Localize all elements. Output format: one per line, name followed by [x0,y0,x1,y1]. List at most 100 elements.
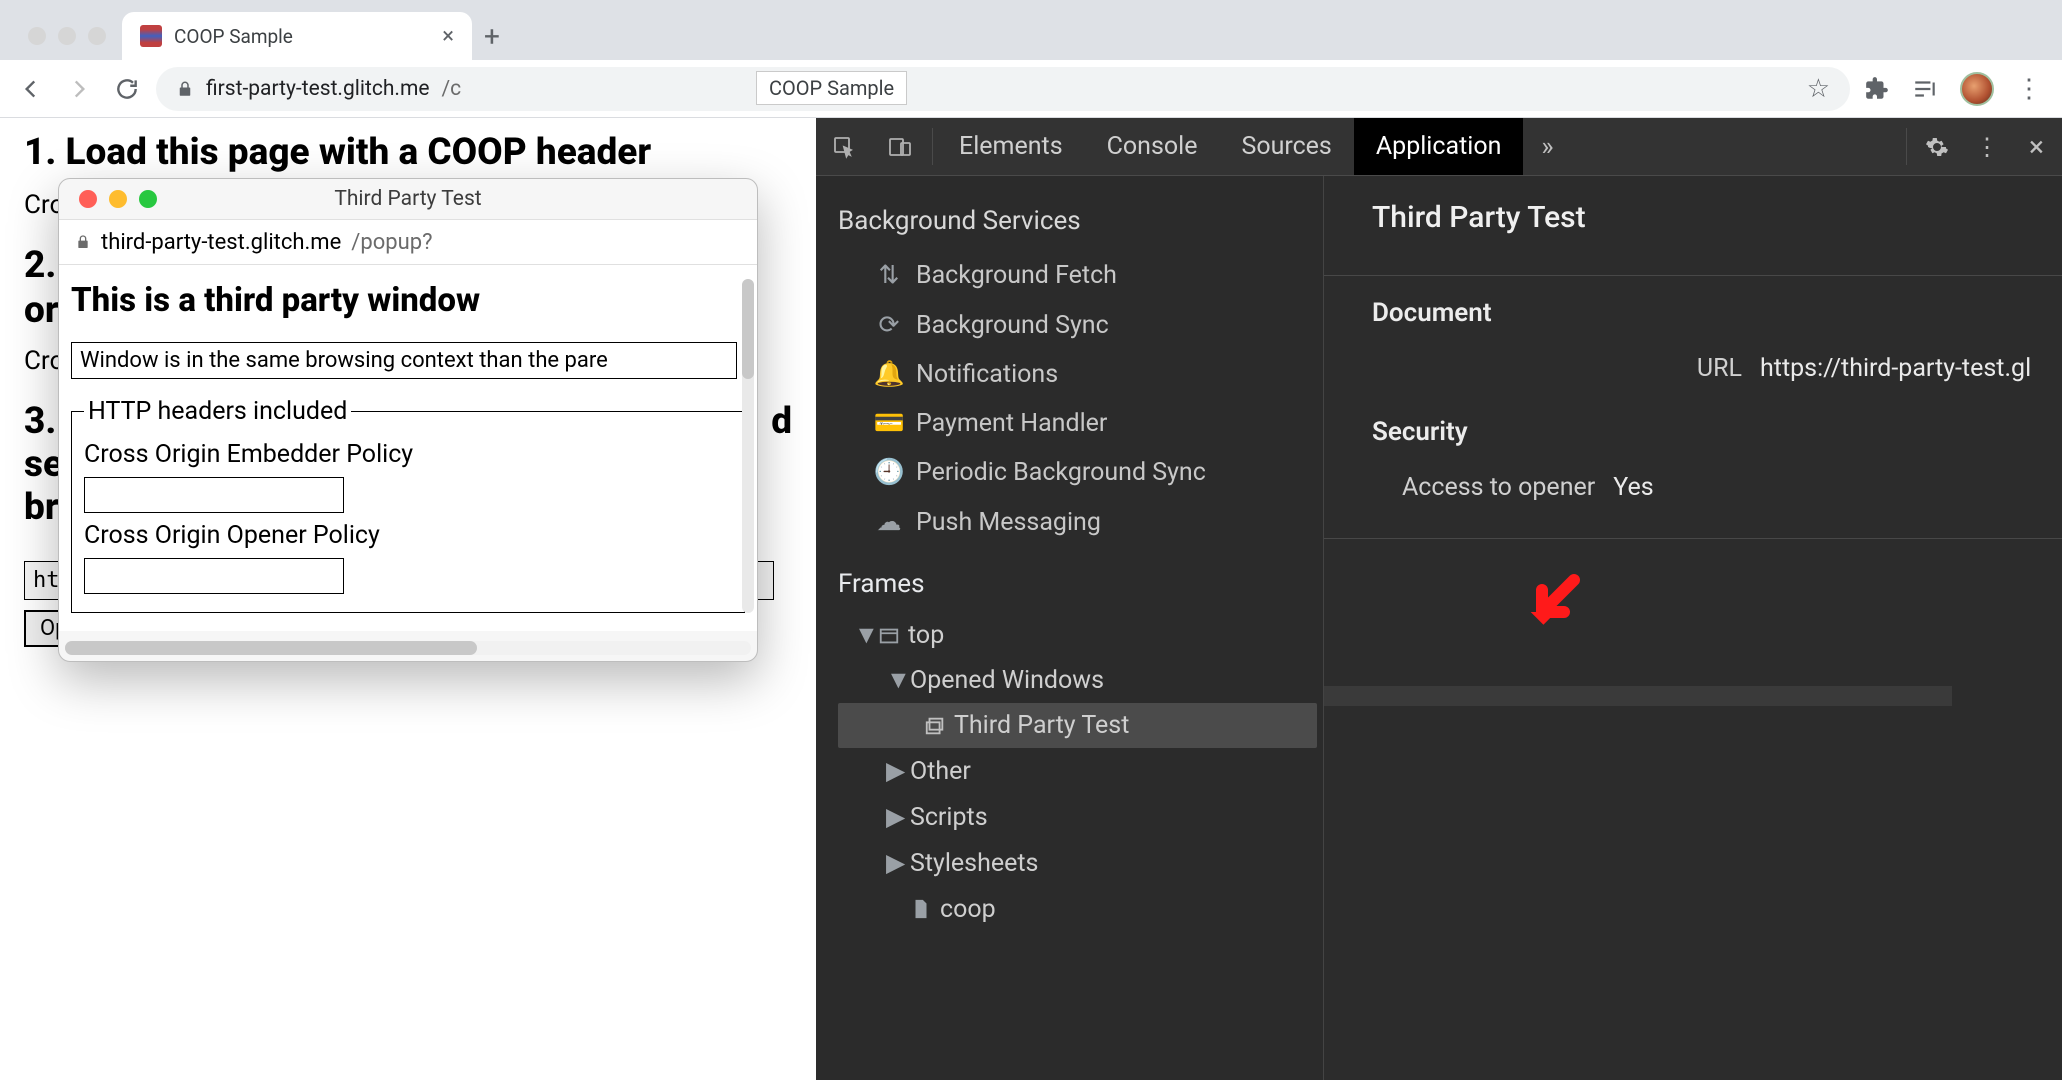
popup-heading: This is a third party window [71,281,745,320]
devtools-body: Background Services ⇅Background Fetch ⟳B… [816,176,2062,1080]
headers-fieldset: HTTP headers included Cross Origin Embed… [71,397,745,613]
browser-toolbar: first-party-test.glitch.me/c COOP Sample… [0,60,2062,118]
workspace: 1. Load this page with a COOP header Cro… [0,118,2062,1080]
popup-horizontal-scrollbar[interactable] [65,641,751,655]
devtools-panel: Elements Console Sources Application » ⋮… [816,118,2062,1080]
page-heading-3b: d [771,400,792,443]
context-message: Window is in the same browsing context t… [71,342,737,379]
tab-close-icon[interactable]: × [442,24,454,49]
page-heading-2: 2. [24,244,56,287]
devtools-settings-icon[interactable] [1911,118,1963,175]
application-sidebar: Background Services ⇅Background Fetch ⟳B… [816,176,1324,1080]
kv-access-opener: Access to opener Yes [1372,461,2062,514]
back-button[interactable] [12,70,50,108]
reload-button[interactable] [108,70,146,108]
devtools-tabbar: Elements Console Sources Application » ⋮… [816,118,2062,176]
popup-window: Third Party Test third-party-test.glitch… [58,178,758,662]
url-path: /c [442,77,462,101]
card-icon: 💳 [876,409,902,438]
frame-title: Third Party Test [1372,200,2062,261]
new-tab-button[interactable]: + [484,20,500,53]
bell-icon: 🔔 [876,360,902,389]
bookmark-star-icon[interactable]: ☆ [1807,74,1830,104]
url-label: URL [1522,354,1742,383]
popup-body: This is a third party window Window is i… [59,265,757,631]
fetch-icon: ⇅ [876,260,902,290]
sidebar-item-payment[interactable]: 💳Payment Handler [816,399,1323,448]
browser-tab[interactable]: COOP Sample × [122,12,472,60]
browser-chrome: COOP Sample × + first-party-test.glitch.… [0,0,2062,118]
bg-services-header: Background Services [816,196,1323,250]
document-section-header: Document [1372,276,2062,342]
popup-title: Third Party Test [59,187,757,211]
coop-input[interactable] [84,558,344,594]
window-minimize-icon[interactable] [58,27,76,45]
application-main: Third Party Test Document URL https://th… [1324,176,2062,1080]
page-content-pane: 1. Load this page with a COOP header Cro… [0,118,816,1080]
cloud-icon: ☁ [876,507,902,537]
file-icon [910,898,932,920]
extensions-icon[interactable] [1864,76,1890,102]
access-opener-label: Access to opener [1402,473,1595,502]
page-heading-3a: 3. [24,400,56,443]
sidebar-item-notifications[interactable]: 🔔Notifications [816,350,1323,399]
frames-tree: ▼top ▼Opened Windows Third Party Test ▶O… [816,609,1323,932]
coep-input[interactable] [84,477,344,513]
sidebar-item-bg-sync[interactable]: ⟳Background Sync [816,300,1323,350]
reading-list-icon[interactable] [1912,76,1938,102]
browser-menu-icon[interactable]: ⋮ [2016,74,2042,104]
tree-opened-windows[interactable]: ▼Opened Windows [838,658,1323,703]
more-tabs-icon[interactable]: » [1523,118,1571,175]
toolbar-icons: ⋮ [1860,72,2050,106]
devtools-close-icon[interactable]: × [2011,118,2062,175]
profile-avatar[interactable] [1960,72,1994,106]
inspect-element-icon[interactable] [816,118,872,175]
sidebar-item-periodic-sync[interactable]: 🕘Periodic Background Sync [816,448,1323,497]
title-tooltip: COOP Sample [756,71,907,105]
coep-label: Cross Origin Embedder Policy [84,440,732,469]
annotation-arrow-icon [1524,566,1588,630]
coop-label: Cross Origin Opener Policy [84,521,732,550]
tree-coop[interactable]: ▶coop [838,886,1323,932]
popup-titlebar[interactable]: Third Party Test [59,179,757,219]
window-zoom-icon[interactable] [88,27,106,45]
sync-icon: ⟳ [876,310,902,340]
lock-icon [176,79,194,99]
headers-legend: HTTP headers included [84,397,351,426]
url-value: https://third-party-test.gl [1760,354,2031,383]
tab-sources[interactable]: Sources [1219,118,1353,175]
tab-elements[interactable]: Elements [937,118,1085,175]
address-bar[interactable]: first-party-test.glitch.me/c COOP Sample… [156,67,1850,111]
tab-strip: COOP Sample × + [0,0,2062,60]
windows-icon [924,715,946,737]
sidebar-item-bg-fetch[interactable]: ⇅Background Fetch [816,250,1323,300]
tab-favicon-icon [140,25,162,47]
popup-lock-icon [75,233,91,251]
tree-stylesheets[interactable]: ▶Stylesheets [838,840,1323,886]
device-toolbar-icon[interactable] [872,118,928,175]
popup-url-host: third-party-test.glitch.me [101,230,341,255]
url-host: first-party-test.glitch.me [206,77,430,101]
frame-icon [878,625,900,647]
kv-url: URL https://third-party-test.gl [1372,342,2062,395]
tab-application[interactable]: Application [1354,118,1524,175]
popup-address-bar[interactable]: third-party-test.glitch.me/popup? [59,219,757,265]
popup-vertical-scrollbar[interactable] [742,279,754,613]
tree-scripts[interactable]: ▶Scripts [838,794,1323,840]
sidebar-item-push[interactable]: ☁Push Messaging [816,497,1323,547]
clock-icon: 🕘 [876,458,902,487]
security-section-header: Security [1372,395,2062,461]
tree-third-party-test[interactable]: Third Party Test [838,703,1317,748]
tab-title: COOP Sample [174,25,293,48]
tab-console[interactable]: Console [1085,118,1220,175]
forward-button[interactable] [60,70,98,108]
page-heading-1: 1. Load this page with a COOP header [24,130,792,176]
window-traffic-lights[interactable] [20,27,122,45]
tree-other[interactable]: ▶Other [838,748,1323,794]
window-close-icon[interactable] [28,27,46,45]
devtools-menu-icon[interactable]: ⋮ [1963,118,2011,175]
popup-url-path: /popup? [351,230,432,255]
frames-header: Frames [816,547,1323,609]
tree-top[interactable]: ▼top [838,613,1323,658]
access-opener-value: Yes [1613,473,1653,502]
